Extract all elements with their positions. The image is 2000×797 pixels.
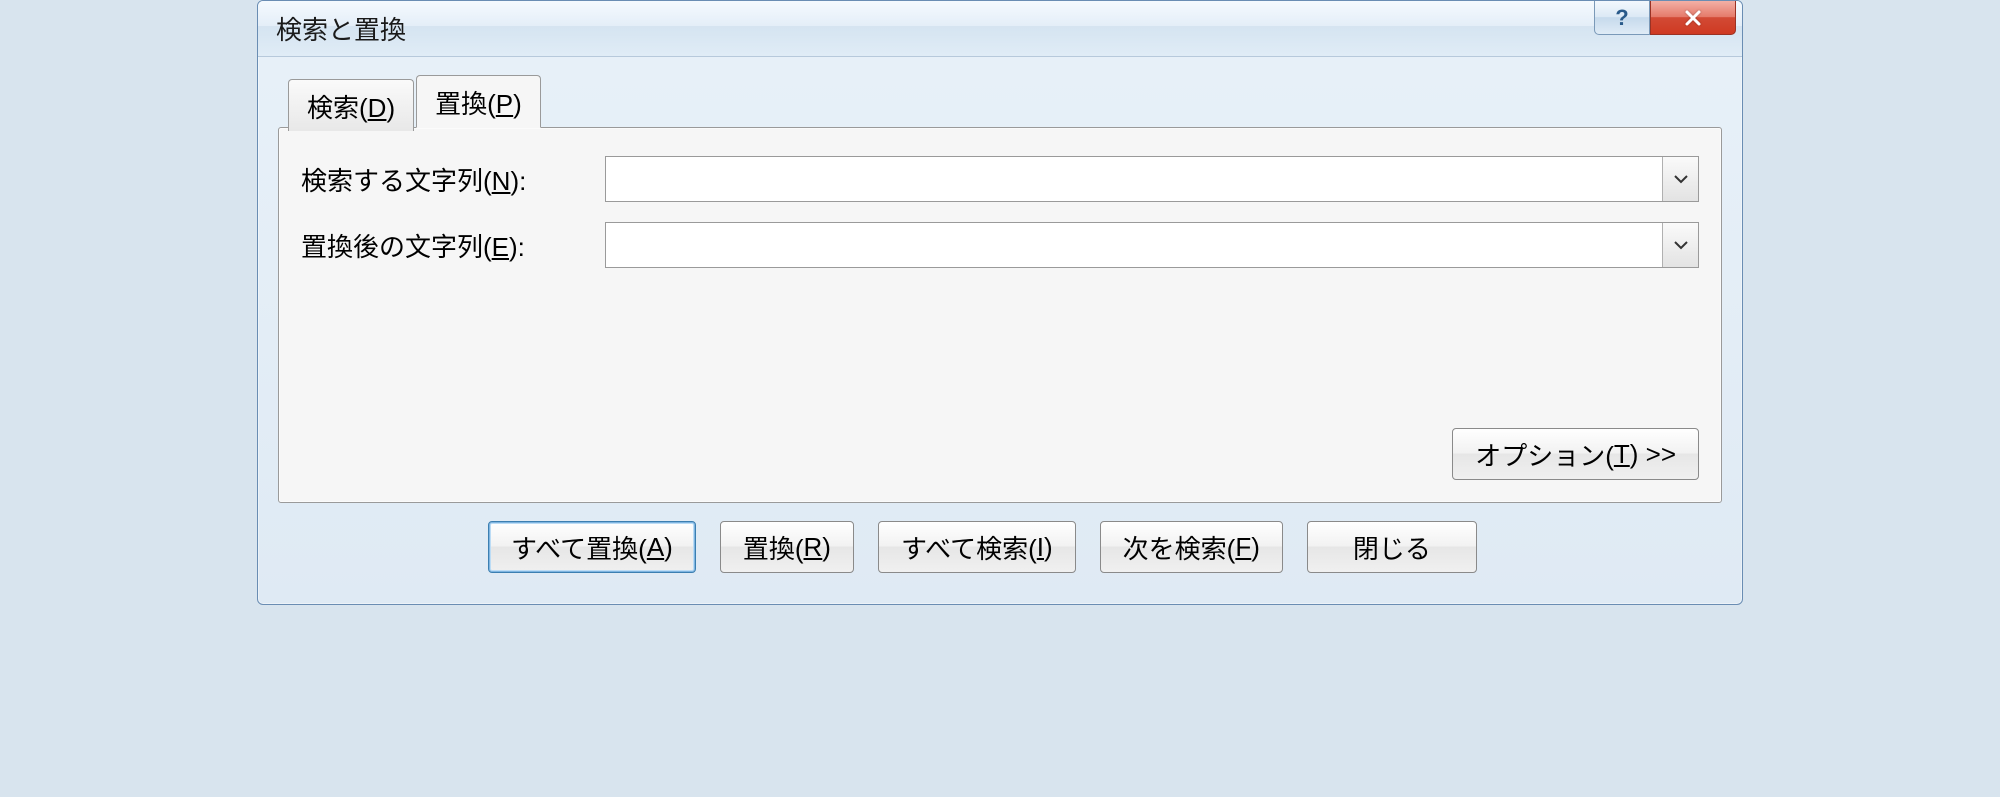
title-bar-buttons: ? [1594, 1, 1736, 35]
window-close-button[interactable] [1650, 1, 1736, 35]
chevron-down-icon [1674, 174, 1688, 184]
title-bar: 検索と置換 ? [258, 1, 1742, 57]
replace-all-button[interactable]: すべて置換(A) [488, 521, 696, 573]
find-combo [605, 156, 1699, 202]
options-button[interactable]: オプション(T) >> [1452, 428, 1699, 480]
find-next-button[interactable]: 次を検索(F) [1100, 521, 1283, 573]
tab-find[interactable]: 検索(D) [288, 79, 414, 131]
replace-label: 置換後の文字列(E): [301, 227, 591, 264]
dialog-body: 検索(D) 置換(P) 検索する文字列(N): [278, 75, 1722, 584]
close-button[interactable]: 閉じる [1307, 521, 1477, 573]
tab-container: 検索(D) 置換(P) 検索する文字列(N): [278, 75, 1722, 503]
find-input[interactable] [606, 157, 1662, 201]
tab-row: 検索(D) 置換(P) [288, 75, 1722, 127]
find-label: 検索する文字列(N): [301, 161, 591, 198]
window-title: 検索と置換 [276, 10, 406, 47]
button-bar: すべて置換(A) 置換(R) すべて検索(I) 次を検索(F) 閉じる [278, 503, 1722, 573]
replace-dropdown-button[interactable] [1662, 223, 1698, 267]
replace-input[interactable] [606, 223, 1662, 267]
tab-replace[interactable]: 置換(P) [416, 75, 541, 128]
tab-panel: 検索する文字列(N): 置換後の文字列(E): [278, 127, 1722, 503]
replace-combo [605, 222, 1699, 268]
help-icon: ? [1615, 5, 1628, 31]
find-all-button[interactable]: すべて検索(I) [878, 521, 1076, 573]
replace-row: 置換後の文字列(E): [301, 222, 1699, 268]
options-row: オプション(T) >> [1452, 428, 1699, 480]
chevron-down-icon [1674, 240, 1688, 250]
find-row: 検索する文字列(N): [301, 156, 1699, 202]
find-dropdown-button[interactable] [1662, 157, 1698, 201]
replace-button[interactable]: 置換(R) [720, 521, 854, 573]
help-button[interactable]: ? [1594, 1, 1650, 35]
find-replace-dialog: 検索と置換 ? 検索(D) 置換(P) [257, 0, 1743, 605]
close-icon [1683, 8, 1703, 28]
